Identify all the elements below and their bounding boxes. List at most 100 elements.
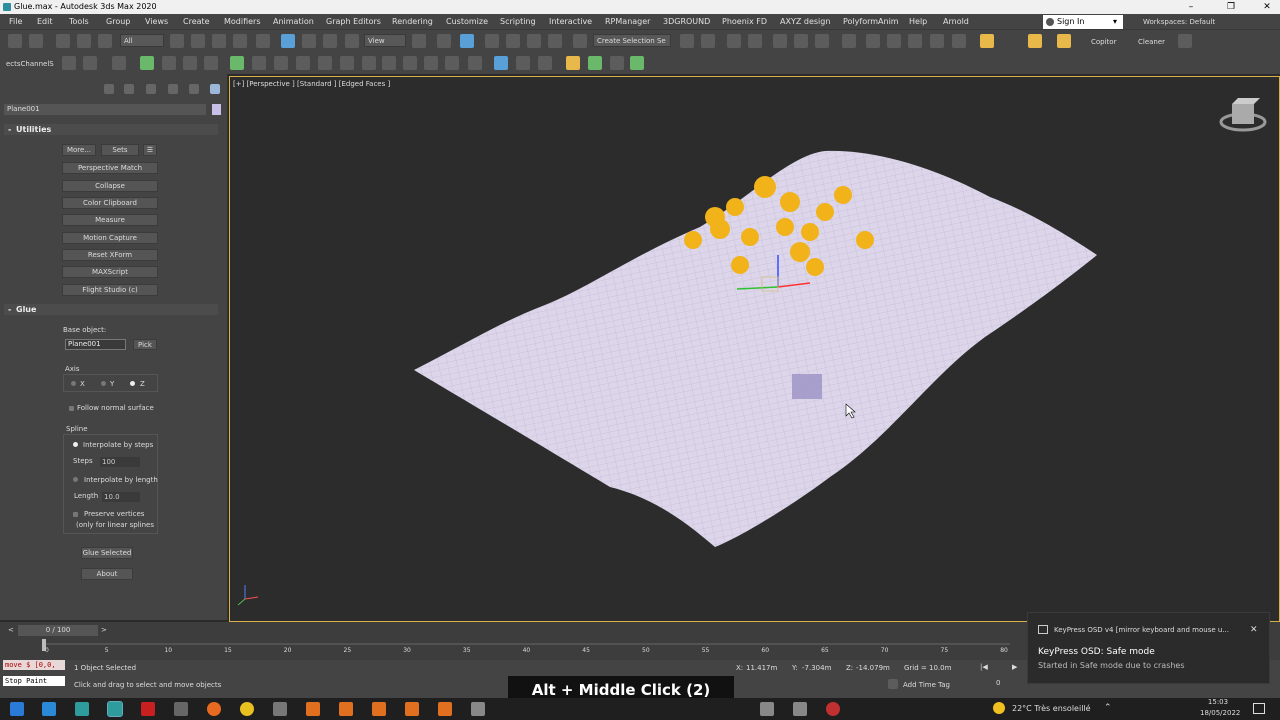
tools-icon[interactable] (610, 56, 624, 70)
workspaces-selector[interactable]: Workspaces: Default (1143, 18, 1215, 26)
percent-snap-icon[interactable] (527, 34, 541, 48)
toast-close-icon[interactable]: ✕ (1250, 625, 1258, 635)
rendered-frame-window-icon[interactable] (887, 34, 901, 48)
selection-set-dropdown[interactable]: Create Selection Se (593, 34, 671, 47)
unlink-icon[interactable] (77, 34, 91, 48)
frame-icon[interactable] (424, 56, 438, 70)
keyboard-shortcut-override-icon[interactable] (460, 34, 474, 48)
time-tag-icon[interactable] (888, 679, 898, 689)
minimize-icon[interactable]: – (1178, 0, 1204, 14)
pivot-center-icon[interactable] (412, 34, 426, 48)
torus-icon[interactable] (445, 56, 459, 70)
render-activeshade-icon[interactable] (952, 34, 966, 48)
menu-tools[interactable]: Tools (69, 17, 89, 26)
clock-time[interactable]: 15:03 (1202, 698, 1234, 706)
measure-button[interactable]: Measure (62, 214, 158, 226)
window-crossing-icon[interactable] (233, 34, 247, 48)
interpolate-length-radio[interactable] (73, 477, 78, 482)
select-and-link-icon[interactable] (256, 34, 270, 48)
display-tab-icon[interactable] (189, 84, 199, 94)
blender-taskbar-icon-1[interactable] (372, 702, 386, 716)
align-icon[interactable] (701, 34, 715, 48)
plugin-circle-icon[interactable] (1057, 34, 1071, 48)
utilities-tab-icon[interactable] (210, 84, 220, 94)
perspective-match-button[interactable]: Perspective Match (62, 162, 158, 174)
acrobat-taskbar-icon[interactable] (141, 702, 155, 716)
bind-space-warp-icon[interactable] (98, 34, 112, 48)
media-taskbar-icon[interactable] (174, 702, 188, 716)
app-taskbar-icon-4[interactable] (471, 702, 485, 716)
angle-snap-icon[interactable] (506, 34, 520, 48)
maxscript-listener-line2[interactable]: Stop Paint (3, 676, 65, 686)
material-editor-icon[interactable] (842, 34, 856, 48)
sun-icon[interactable] (204, 56, 218, 70)
play-icon[interactable]: ▶ (1012, 663, 1017, 671)
axis-z-radio[interactable] (130, 381, 135, 386)
perspective-viewport[interactable] (229, 76, 1280, 622)
menu-create[interactable]: Create (183, 17, 210, 26)
sphere-icon[interactable] (340, 56, 354, 70)
menu-file[interactable]: File (9, 17, 22, 26)
pose-icon[interactable] (62, 56, 76, 70)
menu-group[interactable]: Group (106, 17, 130, 26)
forest-pack-icon[interactable] (566, 56, 580, 70)
axis-x-radio[interactable] (71, 381, 76, 386)
reference-coordinate-dropdown[interactable]: View (364, 34, 406, 47)
shapes-icon[interactable] (252, 56, 266, 70)
flight-studio-button[interactable]: Flight Studio (c) (62, 284, 158, 296)
blender-taskbar-icon-3[interactable] (438, 702, 452, 716)
app-taskbar-icon-3[interactable] (339, 702, 353, 716)
pick-button[interactable]: Pick (133, 339, 157, 350)
reset-icon[interactable] (112, 56, 126, 70)
viewcube-icon[interactable] (1219, 98, 1267, 132)
base-object-field[interactable]: Plane001 (65, 339, 126, 350)
menu-polyformanim[interactable]: PolyformAnim (843, 17, 899, 26)
menu-rpmanager[interactable]: RPManager (605, 17, 650, 26)
hierarchy-tab-icon[interactable] (146, 84, 156, 94)
grass-icon[interactable] (230, 56, 244, 70)
grid-icon[interactable] (538, 56, 552, 70)
clock-date[interactable]: 18/05/2022 (1200, 709, 1240, 717)
select-by-name-icon[interactable] (191, 34, 205, 48)
sets-button[interactable]: Sets (101, 144, 139, 156)
select-and-rotate-icon[interactable] (302, 34, 316, 48)
selected-plane-object[interactable] (792, 374, 822, 399)
motion-tab-icon[interactable] (168, 84, 178, 94)
firefox-taskbar-icon[interactable] (207, 702, 221, 716)
image-icon[interactable] (83, 56, 97, 70)
current-frame-field[interactable]: 0 (996, 679, 1000, 687)
rectangle-selection-icon[interactable] (212, 34, 226, 48)
select-and-scale-icon[interactable] (323, 34, 337, 48)
follow-normal-checkbox[interactable] (69, 406, 74, 411)
menu-interactive[interactable]: Interactive (549, 17, 592, 26)
3dsmax-active-taskbar-icon[interactable] (107, 701, 123, 717)
copitor-button[interactable]: Copitor (1091, 38, 1116, 46)
app-taskbar-icon-1[interactable] (273, 702, 287, 716)
prev-frame-icon[interactable]: < (8, 626, 14, 634)
mirror-icon[interactable] (680, 34, 694, 48)
layer-explorer-icon[interactable] (748, 34, 762, 48)
modify-tab-icon[interactable] (124, 84, 134, 94)
menu-arnold[interactable]: Arnold (943, 17, 969, 26)
time-slider[interactable]: 0 / 100 (18, 625, 98, 636)
menu-axyz-design[interactable]: AXYZ design (780, 17, 830, 26)
motion-capture-button[interactable]: Motion Capture (62, 232, 158, 244)
color-clipboard-button[interactable]: Color Clipboard (62, 197, 158, 209)
maxscript-button[interactable]: MAXScript (62, 266, 158, 278)
y-coord-field[interactable]: -7.304m (802, 664, 831, 672)
box-icon[interactable] (362, 56, 376, 70)
weather-text[interactable]: 22°C Très ensoleillé (1012, 704, 1091, 713)
go-to-start-icon[interactable]: |◀ (980, 663, 988, 671)
tree-icon[interactable] (140, 56, 154, 70)
interpolate-steps-radio[interactable] (73, 442, 78, 447)
select-and-move-icon[interactable] (281, 34, 295, 48)
plane-icon[interactable] (403, 56, 417, 70)
object-name-field[interactable]: Plane001 (4, 104, 206, 115)
chrome-taskbar-icon[interactable] (240, 702, 254, 716)
collapse-button[interactable]: Collapse (62, 180, 158, 192)
render-iterative-icon[interactable] (930, 34, 944, 48)
menu-3dground[interactable]: 3DGROUND (663, 17, 710, 26)
redo-icon[interactable] (29, 34, 43, 48)
menu-customize[interactable]: Customize (446, 17, 488, 26)
blender-taskbar-icon-2[interactable] (405, 702, 419, 716)
